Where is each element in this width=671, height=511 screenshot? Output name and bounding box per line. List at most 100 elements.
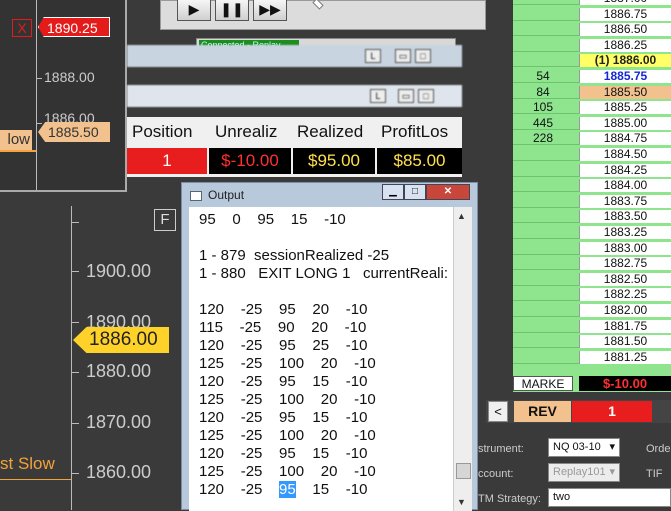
output-window[interactable]: Output ▁ □ ✕ 95 0 95 15 -10 1 - 879 sessi… xyxy=(181,182,478,511)
volume-cell[interactable] xyxy=(513,8,573,21)
minimize-button[interactable]: ▭ xyxy=(395,49,411,63)
volume-cell[interactable]: 445 xyxy=(513,116,573,130)
volume-cell[interactable] xyxy=(513,179,573,192)
volume-cell[interactable] xyxy=(513,320,573,333)
ladder-row[interactable]: 1883.75 xyxy=(513,194,671,208)
volume-cell[interactable] xyxy=(513,148,573,161)
price-cell[interactable]: 1887.00 xyxy=(579,0,671,5)
minimize-button[interactable]: ▭ xyxy=(398,89,414,103)
selected-text[interactable]: 95 xyxy=(279,481,296,498)
strategy-select[interactable]: two xyxy=(548,488,671,507)
ladder-row[interactable]: 105 1885.25 xyxy=(513,101,671,115)
minimize-button[interactable]: ▁ xyxy=(382,184,404,200)
reverse-button[interactable]: REV xyxy=(514,401,571,422)
ladder-row[interactable]: 1886.50 xyxy=(513,23,671,37)
volume-cell[interactable] xyxy=(513,335,573,348)
price-cell[interactable]: 1885.00 xyxy=(579,116,671,130)
dom-price-ladder[interactable]: 1887.00 1886.75 1886.501886.25 (1) 1886.00 5… xyxy=(513,0,671,392)
fast-forward-button[interactable]: ▶▶ xyxy=(253,0,287,21)
volume-cell[interactable]: 54 xyxy=(513,70,573,83)
ladder-row[interactable]: 1882.75 xyxy=(513,257,671,271)
price-cell[interactable]: 1885.25 xyxy=(579,101,671,115)
market-button[interactable]: MARKE xyxy=(513,376,573,391)
price-cell[interactable]: 1881.50 xyxy=(579,335,671,349)
close-button[interactable]: ✕ xyxy=(426,184,470,200)
volume-cell[interactable]: 228 xyxy=(513,132,573,145)
position-qty[interactable]: 1 xyxy=(127,148,207,174)
ladder-row[interactable]: 54 1885.75 xyxy=(513,70,671,83)
maximize-button[interactable]: □ xyxy=(415,49,431,63)
account-select[interactable]: Replay101 ▾ xyxy=(548,463,620,482)
ladder-row[interactable]: (1) 1886.00 xyxy=(513,54,671,68)
price-cell[interactable]: 1882.50 xyxy=(579,272,671,286)
maximize-button[interactable]: □ xyxy=(418,89,434,103)
price-cell[interactable]: 1883.00 xyxy=(579,241,671,255)
ladder-row[interactable]: 228 1884.75 xyxy=(513,132,671,146)
price-cell[interactable]: 1885.75 xyxy=(579,70,671,83)
vertical-scrollbar[interactable]: ▲ ▼ xyxy=(453,207,472,511)
price-cell[interactable]: 1882.00 xyxy=(579,304,671,317)
pause-button[interactable]: ❚❚ xyxy=(215,0,249,21)
column-header[interactable]: Unrealiz xyxy=(215,122,277,142)
main-chart[interactable]: F 1900.00 1890.00 1880.00 1870.00 1860.0… xyxy=(0,206,182,510)
price-cell[interactable]: 1883.25 xyxy=(579,226,671,239)
ladder-row[interactable]: 1886.75 xyxy=(513,7,671,21)
volume-cell[interactable] xyxy=(513,164,573,177)
ladder-row[interactable]: 1887.00 xyxy=(513,0,671,5)
volume-cell[interactable] xyxy=(513,304,573,317)
volume-cell[interactable] xyxy=(513,39,573,52)
ladder-row[interactable]: 1883.25 xyxy=(513,226,671,239)
scroll-down-icon[interactable]: ▼ xyxy=(457,497,466,507)
ladder-row[interactable]: 1886.25 xyxy=(513,38,671,52)
price-cell[interactable]: 1884.50 xyxy=(579,148,671,161)
price-cell[interactable]: 1884.25 xyxy=(579,163,671,177)
ladder-row[interactable]: 1884.50 xyxy=(513,148,671,161)
volume-cell[interactable] xyxy=(513,23,573,36)
output-text-area[interactable]: 95 0 95 15 -10 1 - 879 sessionRealized -2… xyxy=(189,207,453,511)
volume-cell[interactable] xyxy=(513,0,573,5)
maximize-button[interactable]: □ xyxy=(404,184,426,200)
ladder-row[interactable]: 1881.25 xyxy=(513,350,671,364)
price-cell[interactable]: 1882.25 xyxy=(579,288,671,302)
ladder-row[interactable]: 1884.25 xyxy=(513,163,671,177)
close-marker-icon[interactable]: X xyxy=(12,19,32,37)
column-header[interactable]: Realized xyxy=(297,122,363,142)
ladder-row[interactable]: 1882.50 xyxy=(513,272,671,286)
price-cell[interactable]: 1886.75 xyxy=(579,7,671,21)
scroll-up-icon[interactable]: ▲ xyxy=(457,211,466,221)
ladder-row[interactable]: 1882.25 xyxy=(513,288,671,302)
scroll-left-button[interactable]: < xyxy=(488,401,508,422)
price-cell[interactable]: 1881.75 xyxy=(579,319,671,333)
ladder-row[interactable]: 1883.00 xyxy=(513,241,671,255)
price-cell[interactable]: 1884.00 xyxy=(579,179,671,193)
volume-cell[interactable] xyxy=(513,242,573,255)
ladder-row[interactable]: 1884.00 xyxy=(513,179,671,193)
scroll-thumb[interactable] xyxy=(456,463,471,479)
price-cell[interactable]: (1) 1886.00 xyxy=(579,54,671,68)
f-button[interactable]: F xyxy=(154,209,176,231)
link-button[interactable]: L xyxy=(365,49,381,63)
price-cell[interactable]: 1886.25 xyxy=(579,38,671,52)
price-cell[interactable]: 1884.75 xyxy=(579,132,671,146)
ladder-row[interactable]: 445 1885.00 xyxy=(513,116,671,130)
instrument-select[interactable]: NQ 03-10 ▾ xyxy=(548,438,620,457)
ladder-row[interactable]: 1883.50 xyxy=(513,210,671,224)
price-cell[interactable]: 1886.50 xyxy=(579,23,671,37)
volume-cell[interactable] xyxy=(513,257,573,270)
volume-cell[interactable] xyxy=(513,226,573,239)
price-cell[interactable]: 1885.50 xyxy=(579,85,671,99)
volume-cell[interactable]: 105 xyxy=(513,101,573,114)
volume-cell[interactable] xyxy=(513,54,573,67)
volume-cell[interactable] xyxy=(513,195,573,208)
volume-cell[interactable] xyxy=(513,351,573,364)
ladder-row[interactable]: 1882.00 xyxy=(513,304,671,317)
volume-cell[interactable] xyxy=(513,273,573,286)
play-button[interactable]: ▶ xyxy=(177,0,211,21)
column-header[interactable]: Position xyxy=(132,122,192,142)
ladder-row[interactable]: 1881.50 xyxy=(513,335,671,349)
link-button[interactable]: L xyxy=(370,89,386,103)
slider-thumb-icon[interactable] xyxy=(312,0,324,10)
price-cell[interactable]: 1882.75 xyxy=(579,257,671,271)
column-header[interactable]: ProfitLos xyxy=(381,122,448,142)
price-cell[interactable]: 1883.75 xyxy=(579,194,671,208)
